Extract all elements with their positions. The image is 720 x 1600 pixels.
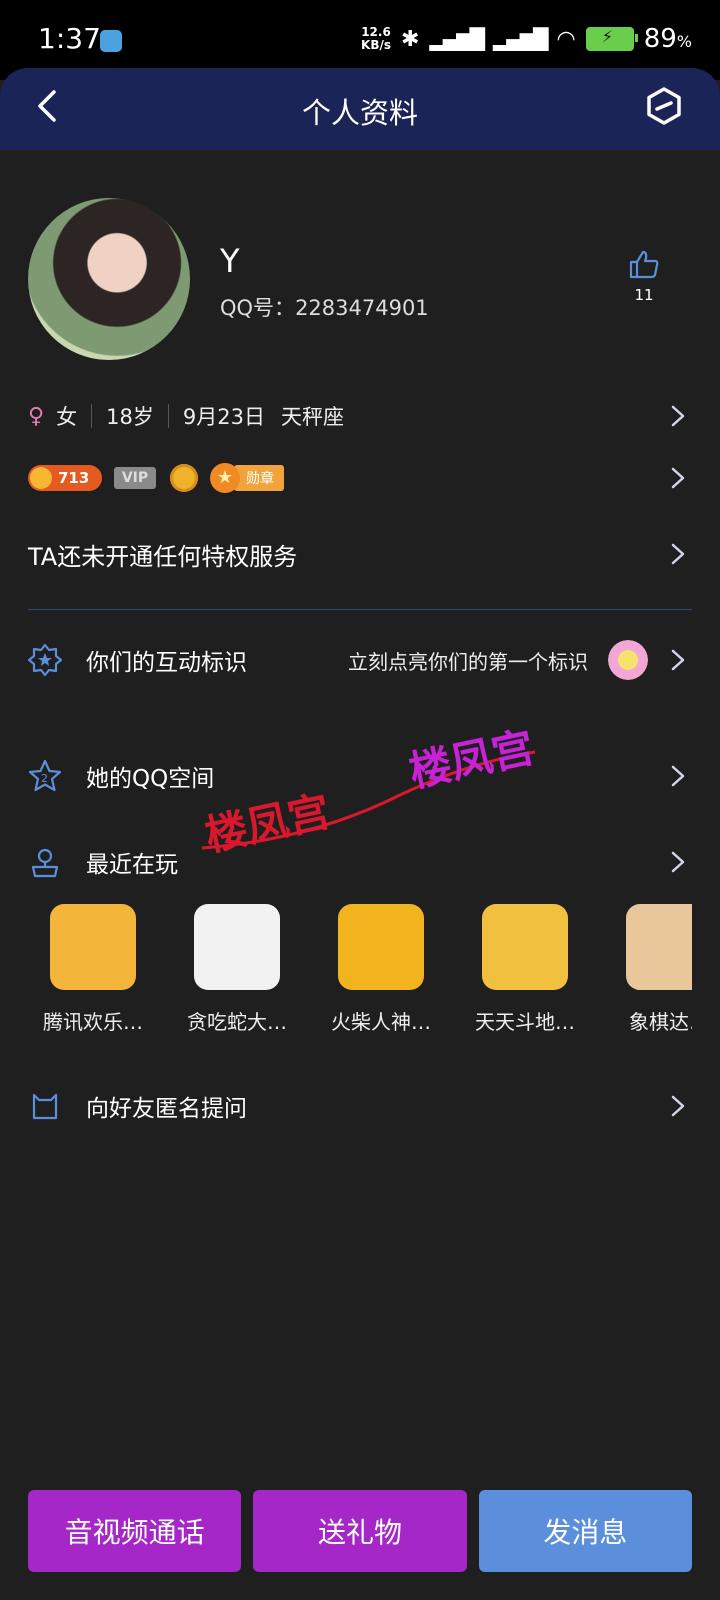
- game-name: 贪吃蛇大…: [187, 1010, 287, 1034]
- profile-card: Y QQ号：2283474901 11: [28, 198, 692, 360]
- cat-face-icon: [32, 1093, 58, 1120]
- game-name: 天天斗地…: [475, 1010, 575, 1034]
- chevron-right-icon: [671, 543, 685, 565]
- game-item[interactable]: 火柴人神…: [316, 904, 446, 1034]
- basic-info-row[interactable]: ♀ 女 18岁 9月23日 天秤座: [28, 396, 692, 436]
- interaction-mark-row[interactable]: 你们的互动标识 立刻点亮你们的第一个标识: [28, 636, 692, 684]
- gamepad-location-icon: [31, 848, 59, 878]
- divider: [91, 404, 93, 428]
- section-divider: [28, 609, 692, 610]
- game-name: 象棋达…: [629, 1010, 692, 1034]
- signal-icon: ▂▄▆█: [429, 27, 485, 51]
- bluetooth-icon: ✱: [401, 26, 420, 52]
- send-message-button[interactable]: 发消息: [478, 1490, 692, 1572]
- status-icons: 12.6 KB/s ✱ ▂▄▆█ ▂▄▆█ ◠ ⚡ 89%: [361, 24, 692, 54]
- star-icon: ★: [210, 463, 240, 493]
- game-icon: [194, 904, 280, 990]
- divider: [167, 404, 169, 428]
- game-item[interactable]: 腾讯欢乐…: [28, 904, 158, 1034]
- medal-label: 勋章: [234, 465, 284, 491]
- ask-label: 向好友匿名提问: [86, 1096, 247, 1122]
- age-text: 18岁: [106, 405, 154, 429]
- avatar[interactable]: [28, 198, 190, 360]
- battery-icon: ⚡: [585, 27, 638, 51]
- chevron-right-icon: [671, 405, 685, 427]
- qq-number: QQ号：2283474901: [220, 292, 429, 322]
- network-speed: 12.6 KB/s: [361, 26, 391, 52]
- game-icon: [338, 904, 424, 990]
- gender-text: 女: [56, 405, 78, 429]
- notification-app-icon: [100, 30, 122, 52]
- interaction-hint: 立刻点亮你们的第一个标识: [348, 649, 588, 674]
- game-name: 火柴人神…: [331, 1010, 431, 1034]
- privilege-text: TA还未开通任何特权服务: [28, 542, 298, 571]
- game-item[interactable]: 贪吃蛇大…: [172, 904, 302, 1034]
- qq-label: QQ号：: [220, 296, 296, 320]
- privilege-row[interactable]: TA还未开通任何特权服务: [28, 533, 692, 575]
- wifi-icon: ◠: [556, 26, 576, 52]
- like-button[interactable]: 11: [624, 248, 664, 304]
- recent-label: 最近在玩: [86, 852, 178, 878]
- zodiac-text: 天秤座: [280, 405, 344, 429]
- flower-icon: [608, 640, 648, 680]
- like-count: 11: [634, 286, 654, 304]
- chevron-right-icon: [671, 649, 685, 671]
- sun-level-icon: [170, 464, 198, 492]
- coin-icon: [30, 467, 52, 489]
- games-list: 腾讯欢乐… 贪吃蛇大… 火柴人神… 天天斗地… 象棋达…: [28, 904, 692, 1034]
- game-item[interactable]: 天天斗地…: [460, 904, 590, 1034]
- battery-percent: 89%: [643, 24, 692, 54]
- chevron-right-icon: [671, 1095, 685, 1117]
- badges-row[interactable]: 713 VIP ★ 勋章: [28, 458, 692, 498]
- medal-badge: ★ 勋章: [210, 463, 284, 493]
- qzone-label: 她的QQ空间: [86, 766, 215, 792]
- top-bar: 个人资料: [0, 68, 720, 150]
- birthday-text: 9月23日: [182, 405, 265, 429]
- game-name: 腾讯欢乐…: [43, 1010, 143, 1034]
- game-icon: [626, 904, 692, 990]
- anonymous-ask-row[interactable]: 向好友匿名提问: [28, 1082, 692, 1130]
- game-icon: [50, 904, 136, 990]
- qzone-star-icon: 2: [28, 759, 62, 792]
- vip-badge: VIP: [114, 467, 156, 489]
- thumbs-up-icon: [629, 250, 659, 279]
- female-icon: ♀: [28, 403, 45, 429]
- coin-badge: 713: [28, 465, 102, 491]
- interaction-label: 你们的互动标识: [86, 650, 247, 676]
- chevron-right-icon: [671, 467, 685, 489]
- coin-value: 713: [58, 469, 90, 487]
- game-icon: [482, 904, 568, 990]
- signal-icon-2: ▂▄▆█: [492, 27, 549, 51]
- page-title: 个人资料: [301, 96, 418, 130]
- game-item[interactable]: 象棋达…: [604, 904, 692, 1034]
- action-bar: 音视频通话 送礼物 发消息: [28, 1490, 692, 1572]
- username: Y: [220, 242, 240, 280]
- svg-text:2: 2: [41, 772, 48, 785]
- qq-number-value: 2283474901: [295, 296, 429, 320]
- network-speed-unit: KB/s: [361, 38, 391, 52]
- chevron-right-icon: [671, 851, 685, 873]
- chevron-right-icon: [671, 765, 685, 787]
- clock: 1:37: [38, 22, 101, 55]
- send-gift-button[interactable]: 送礼物: [253, 1490, 467, 1572]
- video-call-button[interactable]: 音视频通话: [28, 1490, 242, 1572]
- badge-star-icon: [28, 643, 62, 677]
- settings-hexagon-icon[interactable]: [644, 86, 684, 126]
